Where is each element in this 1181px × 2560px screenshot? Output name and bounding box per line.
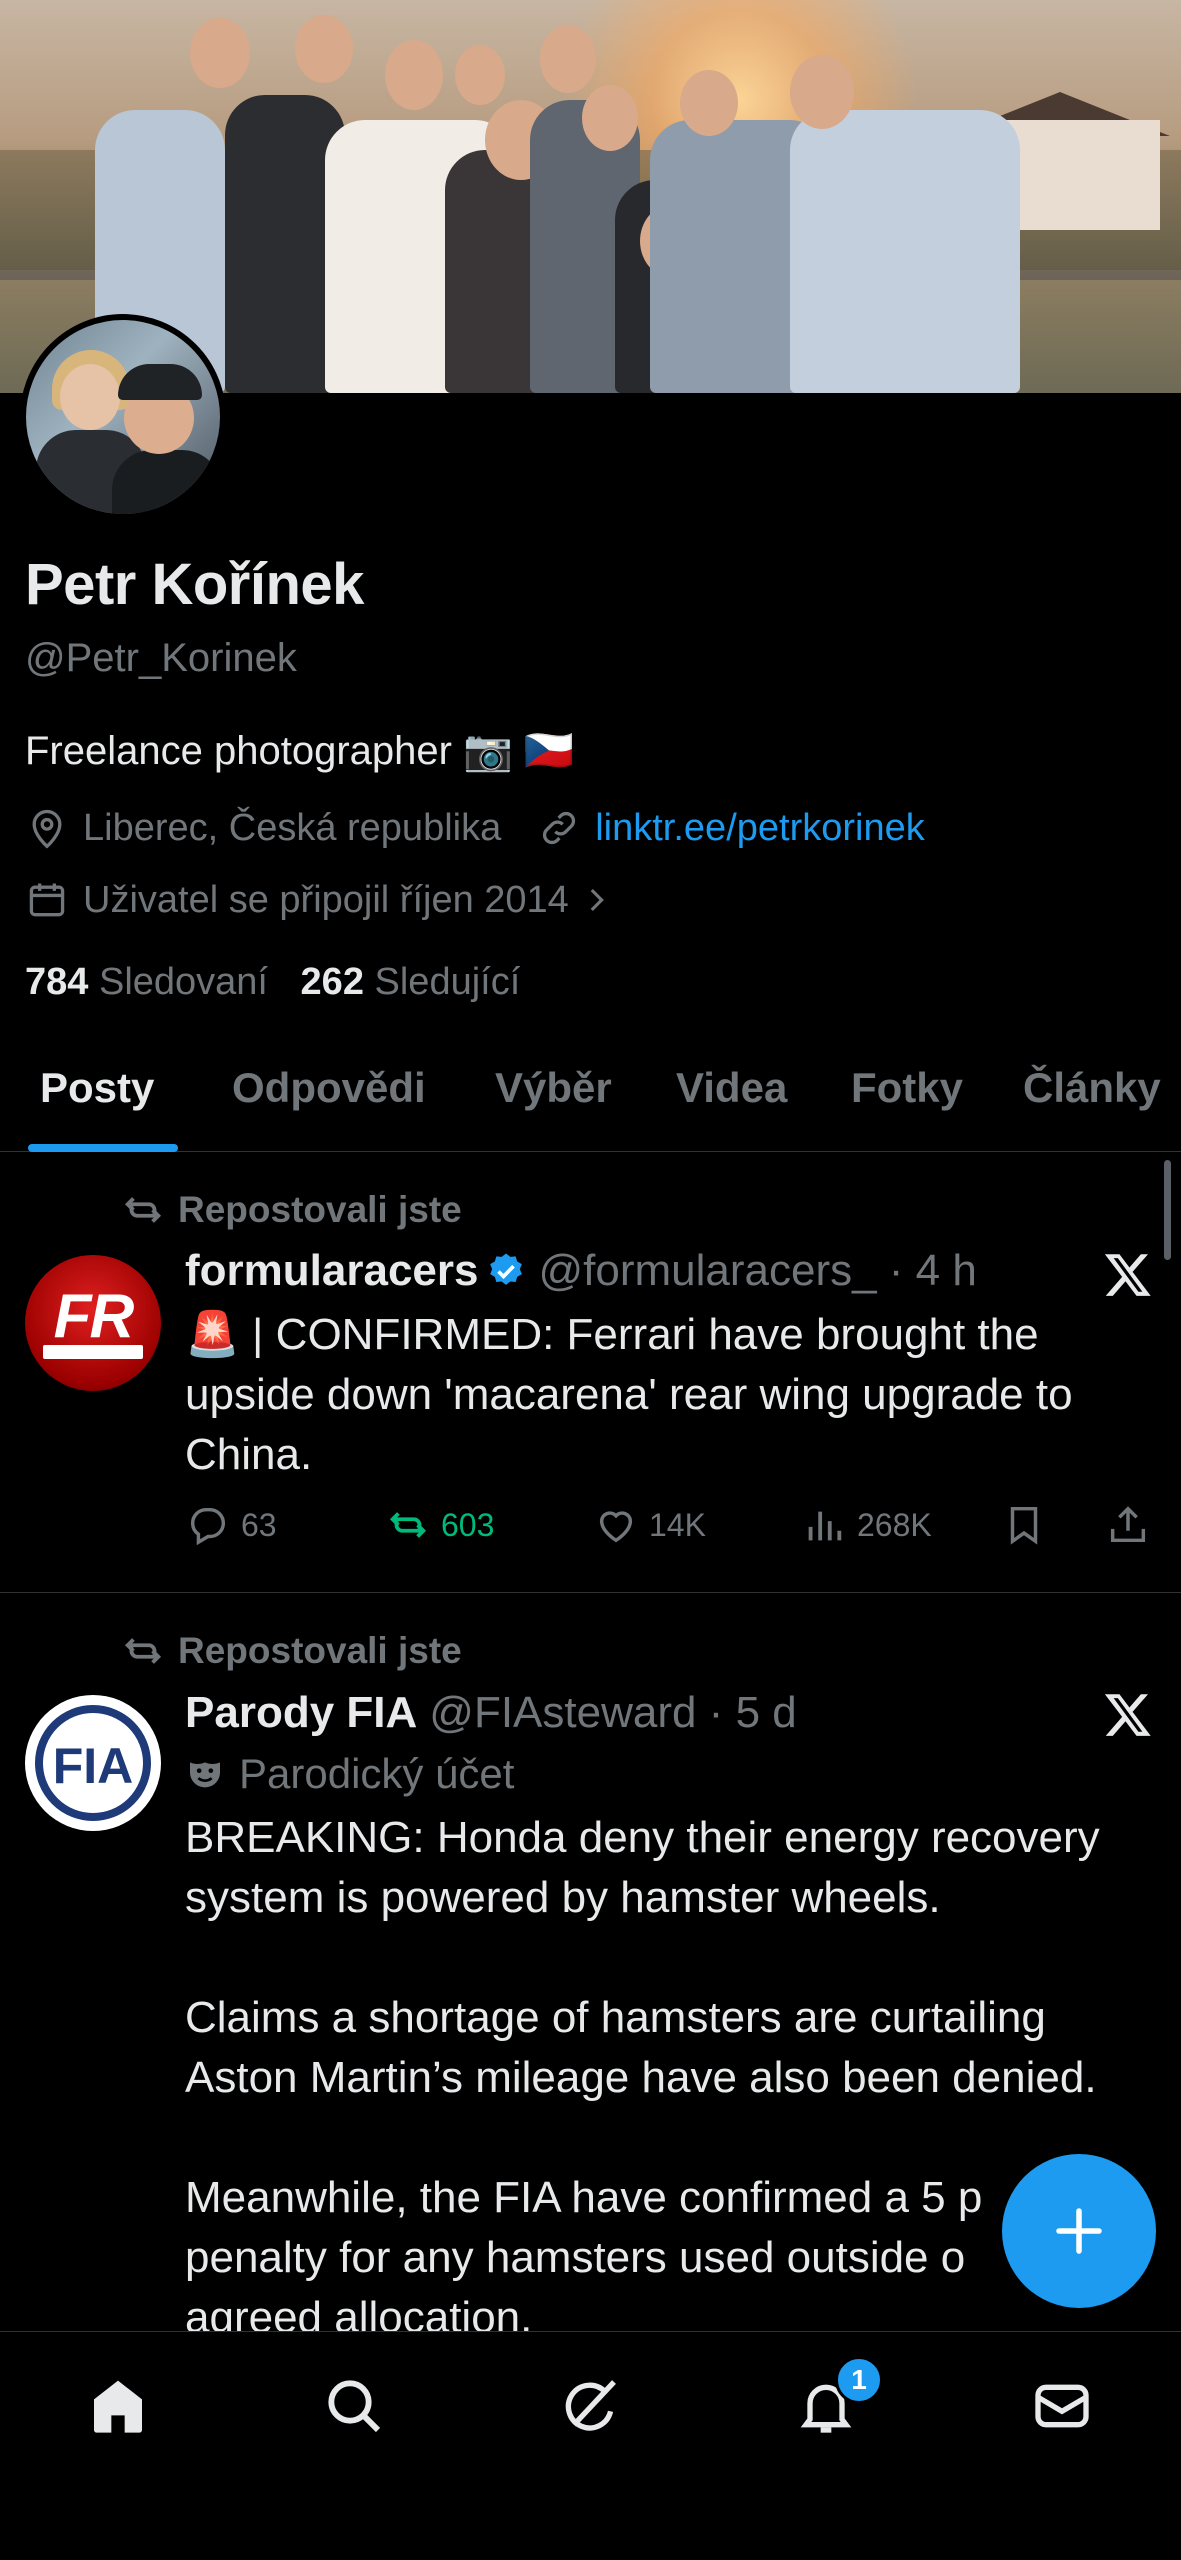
following-count: 784	[25, 961, 89, 1003]
banner-person-head	[680, 70, 738, 136]
bookmark-icon	[1010, 1506, 1038, 1545]
follow-stats: 784 Sledovaní 262 Sledující	[25, 961, 520, 1004]
messages-icon	[1035, 2384, 1089, 2428]
views-button[interactable]: 268K	[801, 1502, 932, 1548]
post-divider	[0, 1592, 1181, 1593]
avatar-logo-text: FR	[53, 1282, 135, 1351]
x-logo-icon[interactable]	[1103, 1249, 1153, 1299]
repost-label: Repostovali jste	[178, 1630, 462, 1671]
share-icon	[1110, 1506, 1146, 1543]
profile-avatar[interactable]	[20, 314, 226, 520]
tab-posty[interactable]: Posty	[40, 1064, 154, 1112]
compose-post-button[interactable]	[1002, 2154, 1156, 2308]
repost-label: Repostovali jste	[178, 1189, 462, 1230]
repost-icon	[124, 1197, 162, 1223]
avatar-person-body	[112, 450, 220, 514]
tab-odpovedi[interactable]: Odpovědi	[232, 1064, 426, 1112]
repost-indicator: Repostovali jste	[120, 1187, 462, 1233]
tab-vyber[interactable]: Výběr	[495, 1064, 612, 1112]
reply-button[interactable]: 63	[185, 1502, 277, 1548]
post-author-avatar[interactable]: FIA	[25, 1695, 161, 1831]
repost-icon	[124, 1638, 162, 1664]
calendar-icon	[29, 883, 65, 917]
banner-person	[790, 110, 1020, 393]
share-button[interactable]	[1105, 1502, 1161, 1548]
compose-plus-icon	[1056, 2208, 1102, 2254]
nav-grok[interactable]	[550, 2366, 630, 2446]
profile-location: Liberec, Česká republika	[83, 806, 502, 849]
chevron-right-icon[interactable]	[579, 883, 613, 917]
x-logo-icon[interactable]	[1103, 1689, 1153, 1739]
following-link[interactable]: 784 Sledovaní	[25, 961, 268, 1003]
repost-indicator: Repostovali jste	[120, 1628, 462, 1674]
followers-label: Sledující	[374, 961, 521, 1003]
like-button[interactable]: 14K	[593, 1502, 706, 1548]
reply-count: 63	[241, 1506, 277, 1543]
nav-home[interactable]	[78, 2366, 158, 2446]
repost-button[interactable]: 603	[385, 1502, 494, 1548]
grok-icon	[565, 2380, 616, 2431]
tab-fotky[interactable]: Fotky	[851, 1064, 963, 1112]
followers-link[interactable]: 262 Sledující	[301, 961, 521, 1003]
scrollbar[interactable]	[1164, 1160, 1171, 1260]
home-icon	[94, 2380, 142, 2433]
followers-count: 262	[300, 961, 364, 1003]
nav-search[interactable]	[314, 2366, 394, 2446]
profile-joined: Uživatel se připojil říjen 2014	[83, 878, 569, 921]
profile-tabs: Posty Odpovědi Výběr Videa Fotky Články	[0, 1052, 1181, 1152]
location-icon	[32, 809, 62, 849]
avatar-logo-text: FIA	[52, 1738, 134, 1794]
repost-icon	[389, 1512, 427, 1538]
post-header: Parody FIA @FIAsteward · 5 d	[185, 1688, 797, 1738]
active-tab-indicator	[28, 1144, 178, 1152]
post-author-name[interactable]: Parody FIA	[185, 1688, 417, 1738]
tab-clanky[interactable]: Články	[1023, 1064, 1161, 1112]
like-icon	[599, 1511, 633, 1543]
bookmark-button[interactable]	[1001, 1502, 1057, 1548]
banner-person-head	[190, 18, 250, 88]
following-label: Sledovaní	[98, 961, 268, 1003]
profile-name: Petr Kořínek	[25, 552, 364, 617]
profile-handle: @Petr_Korinek	[25, 636, 297, 680]
search-icon	[328, 2380, 381, 2433]
banner-person-head	[295, 15, 353, 83]
profile-location-row: Liberec, Česká republika linktr.ee/petrk…	[25, 806, 925, 850]
notification-badge: 1	[835, 2356, 883, 2404]
profile-link[interactable]: linktr.ee/petrkorinek	[595, 807, 925, 850]
post-author-avatar[interactable]: FR	[25, 1255, 161, 1391]
post-author-name[interactable]: formularacers	[185, 1246, 478, 1296]
views-icon	[808, 1511, 842, 1541]
parody-label: Parodický účet	[239, 1750, 515, 1797]
post-text: 🚨 | CONFIRMED: Ferrari have brought the …	[185, 1310, 1085, 1479]
parody-mask-icon	[190, 1762, 220, 1788]
nav-messages[interactable]	[1022, 2366, 1102, 2446]
views-count: 268K	[857, 1506, 932, 1543]
link-icon	[543, 811, 576, 845]
reply-icon	[190, 1507, 226, 1546]
parody-account-label: Parodický účet	[185, 1750, 514, 1798]
avatar-person-face	[60, 364, 120, 430]
post-author-handle-time: @FIAsteward · 5 d	[429, 1688, 797, 1737]
post-actions: 63 603 14K 268K	[185, 1502, 1160, 1562]
avatar-logo-band	[43, 1345, 143, 1359]
banner-person-head	[540, 25, 596, 93]
repost-count: 603	[441, 1506, 495, 1543]
like-count: 14K	[649, 1506, 706, 1543]
verified-icon	[490, 1253, 523, 1285]
profile-bio: Freelance photographer 📷 🇨🇿	[25, 729, 574, 773]
bottom-navigation: 1	[0, 2331, 1181, 2560]
banner-person-head	[790, 55, 854, 129]
banner-person-head	[385, 40, 443, 110]
tab-videa[interactable]: Videa	[676, 1064, 787, 1112]
profile-joined-row: Uživatel se připojil říjen 2014	[25, 878, 627, 922]
avatar-person-cap	[118, 364, 202, 400]
post-header: formularacers @formularacers_ · 4 h	[185, 1246, 977, 1296]
post-author-handle-time: @formularacers_ · 4 h	[538, 1246, 977, 1295]
banner-person-head	[455, 45, 505, 105]
banner-person-head	[582, 85, 638, 151]
